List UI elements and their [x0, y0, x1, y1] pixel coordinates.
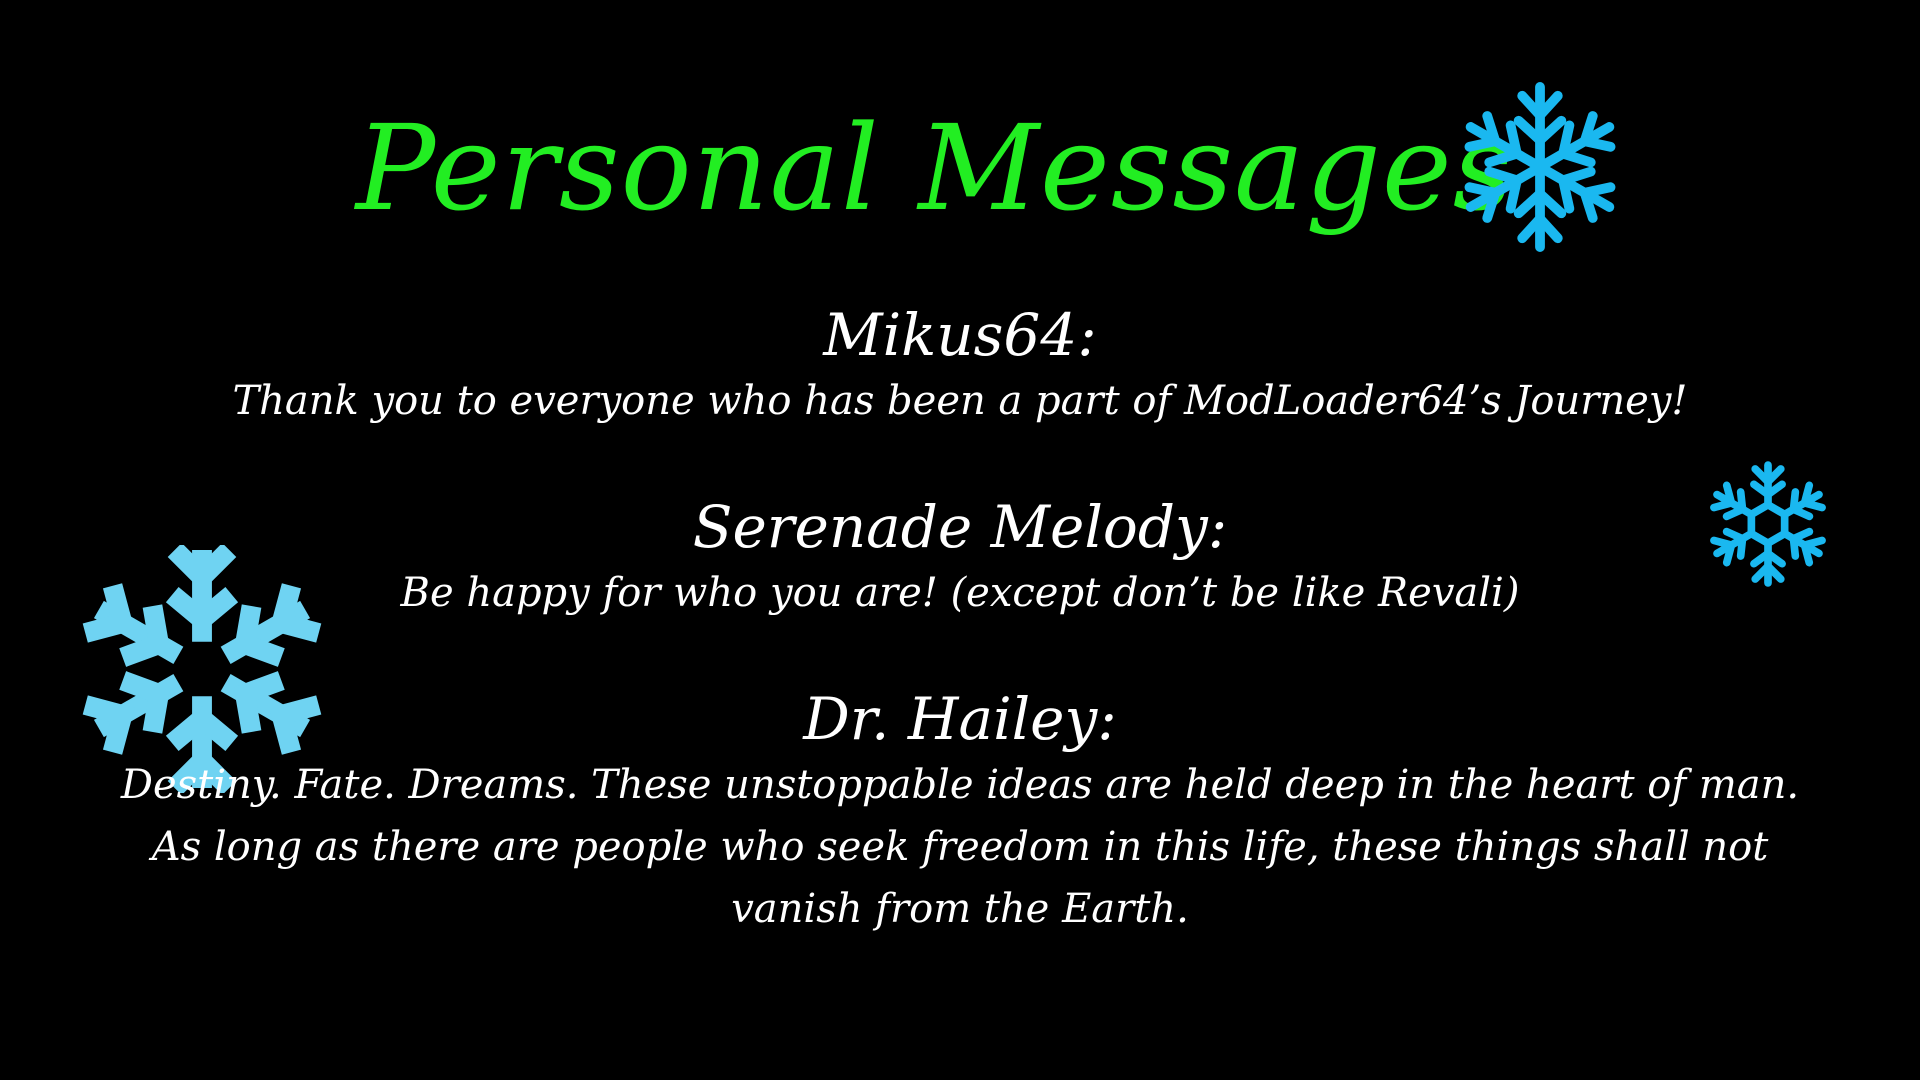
message-item: Serenade Melody: Be happy for who you ar… — [0, 492, 1920, 624]
message-text: Destiny. Fate. Dreams. These unstoppable… — [120, 762, 1800, 932]
message-author: Dr. Hailey: — [803, 685, 1117, 753]
message-text: Thank you to everyone who has been a par… — [232, 378, 1688, 424]
messages-list: Mikus64: Thank you to everyone who has b… — [0, 300, 1920, 1000]
message-item: Mikus64: Thank you to everyone who has b… — [0, 300, 1920, 432]
message-author: Mikus64: — [823, 301, 1097, 369]
message-text: Be happy for who you are! (except don’t … — [400, 570, 1520, 616]
snowflake-icon — [1442, 82, 1638, 256]
message-author: Serenade Melody: — [692, 493, 1228, 561]
message-item: Dr. Hailey: Destiny. Fate. Dreams. These… — [0, 684, 1920, 940]
